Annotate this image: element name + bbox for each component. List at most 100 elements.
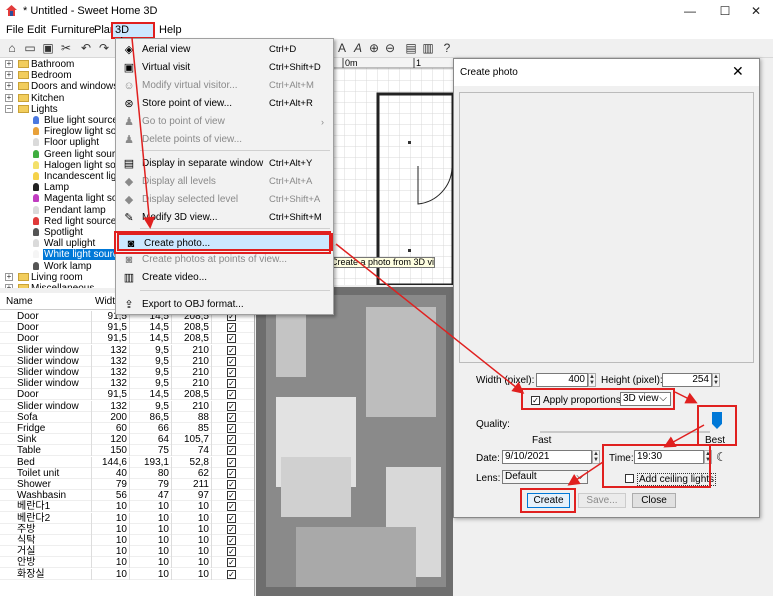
table-row[interactable]: 주방 10 10 10 ✓: [0, 523, 254, 535]
width-spinner[interactable]: ▲ ▼: [588, 373, 596, 387]
menu-item[interactable]: ◙ Create photo...: [117, 233, 333, 251]
menu-item[interactable]: ♟ Delete points of view...: [117, 131, 333, 149]
lens-select[interactable]: Default ⌵: [502, 470, 588, 484]
menu-help[interactable]: Help: [157, 23, 184, 38]
expand-icon[interactable]: +: [5, 82, 13, 91]
create-photo-toolbar-icon[interactable]: ▤: [403, 40, 419, 56]
table-row[interactable]: 안방 10 10 10 ✓: [0, 557, 254, 569]
table-row[interactable]: Door 91,5 14,5 208,5 ✓: [0, 322, 254, 334]
redo-icon[interactable]: ↷: [96, 40, 112, 56]
table-row[interactable]: 베란다2 10 10 10 ✓: [0, 512, 254, 524]
visible-checkbox[interactable]: ✓: [227, 323, 236, 333]
zoom-out-icon[interactable]: ⊖: [382, 40, 398, 56]
dialog-close-icon[interactable]: ✕: [732, 63, 744, 80]
column-width-header[interactable]: Widt: [95, 296, 115, 307]
table-row[interactable]: Bed 144,6 193,1 52,8 ✓: [0, 456, 254, 468]
menu-3d-view[interactable]: 3D view: [111, 22, 155, 48]
visible-checkbox[interactable]: ✓: [227, 468, 236, 478]
time-input[interactable]: 19:30: [634, 450, 704, 464]
menu-item[interactable]: ⊛ Store point of view... Ctrl+Alt+R: [117, 95, 333, 113]
menu-item[interactable]: ▥ Create video...: [117, 269, 333, 287]
visible-checkbox[interactable]: ✓: [227, 536, 236, 545]
italic-text-icon[interactable]: A: [350, 40, 366, 56]
table-row[interactable]: Slider window 132 9,5 210 ✓: [0, 367, 254, 378]
visible-checkbox[interactable]: ✓: [227, 401, 236, 411]
time-spinner[interactable]: ▲ ▼: [704, 450, 712, 464]
table-row[interactable]: 거실 10 10 10 ✓: [0, 546, 254, 558]
height-spinner[interactable]: ▲ ▼: [712, 373, 720, 387]
open-icon[interactable]: ▭: [22, 40, 38, 56]
visible-checkbox[interactable]: ✓: [227, 569, 236, 579]
table-row[interactable]: Toilet unit 40 80 62 ✓: [0, 467, 254, 479]
visible-checkbox[interactable]: ✓: [227, 356, 236, 366]
table-row[interactable]: 화장실 10 10 10 ✓: [0, 568, 254, 580]
minimize-icon[interactable]: —: [673, 0, 707, 22]
visible-checkbox[interactable]: ✓: [227, 435, 236, 445]
visible-checkbox[interactable]: ✓: [227, 558, 236, 568]
visible-checkbox[interactable]: ✓: [227, 491, 236, 501]
table-row[interactable]: Slider window 132 9,5 210 ✓: [0, 344, 254, 356]
create-button[interactable]: Create: [527, 493, 570, 508]
expand-icon[interactable]: +: [5, 93, 13, 102]
menu-item[interactable]: ⇪ Export to OBJ format...: [117, 296, 333, 314]
ceiling-lights-checkbox[interactable]: [625, 474, 634, 483]
new-home-icon[interactable]: ⌂: [4, 40, 20, 56]
expand-icon[interactable]: +: [5, 272, 13, 281]
table-row[interactable]: Shower 79 79 211 ✓: [0, 479, 254, 490]
column-name-header[interactable]: Name: [6, 296, 33, 307]
table-row[interactable]: Slider window 132 9,5 210 ✓: [0, 378, 254, 390]
cut-icon[interactable]: ✂: [58, 40, 74, 56]
quality-slider-track[interactable]: [540, 431, 710, 433]
table-row[interactable]: 베란다1 10 10 10 ✓: [0, 501, 254, 513]
visible-checkbox[interactable]: ✓: [227, 502, 236, 512]
visible-checkbox[interactable]: ✓: [227, 368, 236, 377]
expand-icon[interactable]: +: [5, 71, 13, 80]
date-input[interactable]: 9/10/2021: [502, 450, 592, 464]
save-button[interactable]: Save...: [578, 493, 626, 508]
zoom-in-icon[interactable]: ⊕: [366, 40, 382, 56]
visible-checkbox[interactable]: ✓: [227, 424, 236, 433]
visible-checkbox[interactable]: ✓: [227, 513, 236, 523]
bold-text-icon[interactable]: A: [334, 40, 350, 56]
visible-checkbox[interactable]: ✓: [227, 345, 236, 355]
menu-item[interactable]: ✎ Modify 3D view... Ctrl+Shift+M: [117, 209, 333, 227]
table-row[interactable]: Table 150 75 74 ✓: [0, 445, 254, 457]
menu-item[interactable]: ◈ Aerial view Ctrl+D: [117, 41, 333, 59]
menu-file[interactable]: File: [4, 23, 26, 38]
3d-view-preview[interactable]: [256, 287, 453, 596]
height-input[interactable]: 254: [662, 373, 712, 387]
visible-checkbox[interactable]: ✓: [227, 457, 236, 467]
table-row[interactable]: Door 91,5 14,5 208,5 ✓: [0, 333, 254, 345]
width-input[interactable]: 400: [536, 373, 588, 387]
create-video-toolbar-icon[interactable]: ▥: [420, 40, 436, 56]
quality-slider-thumb[interactable]: [712, 412, 722, 429]
table-row[interactable]: Washbasin 56 47 97 ✓: [0, 490, 254, 502]
close-icon[interactable]: ✕: [739, 0, 773, 22]
visible-checkbox[interactable]: ✓: [227, 379, 236, 389]
table-row[interactable]: Sofa 200 86,5 88 ✓: [0, 411, 254, 423]
table-row[interactable]: 식탁 10 10 10 ✓: [0, 535, 254, 546]
menu-furniture[interactable]: Furniture: [49, 23, 97, 38]
menu-item[interactable]: ♟ Go to point of view: [117, 113, 333, 131]
collapse-icon[interactable]: −: [5, 104, 13, 113]
menu-item[interactable]: ▣ Virtual visit Ctrl+Shift+D: [117, 59, 333, 77]
maximize-icon[interactable]: ☐: [708, 0, 742, 22]
menu-item[interactable]: ◆ Display selected level Ctrl+Shift+A: [117, 191, 333, 209]
expand-icon[interactable]: +: [5, 284, 13, 288]
visible-checkbox[interactable]: ✓: [227, 547, 236, 557]
apply-proportions-checkbox[interactable]: ✓: [531, 396, 540, 405]
proportions-select[interactable]: 3D view ⌵: [620, 392, 671, 406]
menu-item[interactable]: ☺ Modify virtual visitor... Ctrl+Alt+M: [117, 77, 333, 95]
save-icon[interactable]: ▣: [40, 40, 56, 56]
close-button[interactable]: Close: [632, 493, 676, 508]
visible-checkbox[interactable]: ✓: [227, 446, 236, 456]
menu-edit[interactable]: Edit: [25, 23, 48, 38]
menu-item[interactable]: ▤ Display in separate window Ctrl+Alt+Y: [117, 155, 333, 173]
visible-checkbox[interactable]: ✓: [227, 480, 236, 489]
visible-checkbox[interactable]: ✓: [227, 524, 236, 534]
help-icon[interactable]: ?: [439, 40, 455, 56]
table-row[interactable]: Fridge 60 66 85 ✓: [0, 423, 254, 434]
table-row[interactable]: Door 91,5 14,5 208,5 ✓: [0, 389, 254, 401]
table-row[interactable]: Sink 120 64 105,7 ✓: [0, 434, 254, 446]
expand-icon[interactable]: +: [5, 60, 13, 68]
